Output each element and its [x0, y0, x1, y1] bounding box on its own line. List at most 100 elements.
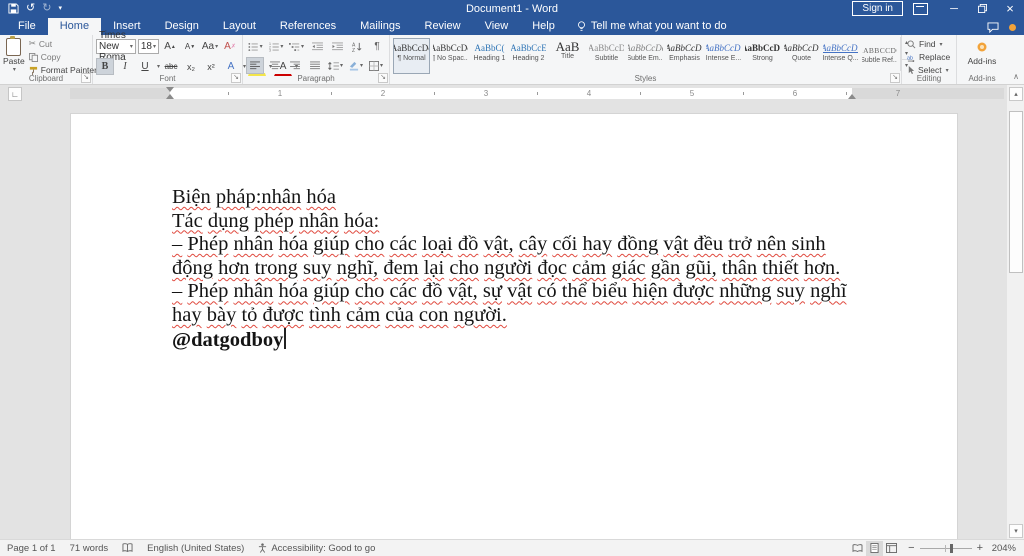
doc-word[interactable]: vật	[663, 233, 688, 255]
style-emphasis[interactable]: AaBbCcDt Emphasis	[666, 38, 703, 74]
tab-design[interactable]: Design	[153, 18, 211, 35]
scroll-up-icon[interactable]: ▴	[1009, 87, 1023, 101]
doc-word[interactable]: tỏ	[241, 304, 257, 326]
numbering-button[interactable]: 1 2 3 ▾	[267, 38, 286, 55]
minimize-button[interactable]: ─	[940, 0, 968, 17]
tab-mailings[interactable]: Mailings	[348, 18, 412, 35]
right-indent-marker[interactable]	[848, 94, 856, 99]
doc-word[interactable]: thiết	[762, 257, 798, 279]
find-button[interactable]: Find ▾	[905, 38, 952, 50]
style-subtle-em-[interactable]: AaBbCcDc Subtle Em...	[627, 38, 664, 74]
add-ins-button[interactable]: Add-ins	[962, 37, 1002, 66]
doc-word[interactable]: con	[419, 304, 449, 326]
style-strong[interactable]: AaBbCcDcStrong	[744, 38, 781, 74]
zoom-level[interactable]: 204%	[988, 543, 1016, 554]
doc-word[interactable]: Biện	[172, 186, 211, 208]
doc-word[interactable]: đều	[694, 233, 724, 255]
borders-button[interactable]: ▾	[367, 57, 385, 74]
doc-word[interactable]: lại	[424, 257, 445, 279]
restore-button[interactable]	[968, 0, 996, 17]
doc-word[interactable]: loại	[422, 233, 453, 255]
redo-icon[interactable]: ↻	[42, 3, 51, 14]
decrease-indent-button[interactable]	[308, 38, 326, 55]
doc-word[interactable]: suy	[303, 257, 331, 279]
align-left-button[interactable]	[246, 57, 264, 74]
doc-word[interactable]: động	[172, 257, 213, 279]
font-name-combobox[interactable]: Times New Roma▾	[96, 30, 136, 63]
doc-word[interactable]: vật,	[448, 280, 478, 302]
doc-word[interactable]: hay	[583, 233, 613, 255]
doc-word[interactable]: gũi,	[685, 257, 716, 279]
doc-word[interactable]: cối	[552, 233, 577, 255]
subscript-button[interactable]: x₂	[182, 58, 200, 75]
align-right-button[interactable]	[286, 57, 304, 74]
doc-word[interactable]: giúp	[313, 280, 349, 302]
doc-word[interactable]: –	[172, 233, 182, 255]
zoom-slider-thumb[interactable]	[949, 543, 953, 553]
doc-word[interactable]: nghĩ,	[337, 257, 379, 279]
doc-word[interactable]: Phép	[187, 280, 228, 302]
doc-word[interactable]: sinh	[792, 233, 826, 255]
clipboard-dialog-launcher[interactable]: ↘	[81, 73, 91, 83]
clear-formatting-button[interactable]: A ✗	[221, 38, 239, 55]
doc-word[interactable]: có	[537, 280, 556, 302]
doc-word[interactable]: các	[390, 280, 417, 302]
document-paragraph[interactable]: @datgodboy	[172, 327, 866, 353]
paragraph-dialog-launcher[interactable]: ↘	[378, 73, 388, 83]
doc-word[interactable]: giác	[611, 257, 645, 279]
doc-word[interactable]: cho	[355, 280, 385, 302]
close-button[interactable]: ×	[996, 0, 1024, 17]
document-text[interactable]: Biện pháp:nhân hóa Tác dụng phép nhân hóa…	[172, 186, 866, 352]
doc-word[interactable]: cây	[519, 233, 547, 255]
ribbon-display-options-icon[interactable]	[913, 2, 928, 15]
doc-word[interactable]: nhân	[299, 210, 339, 232]
word-count-indicator[interactable]: 71 words	[63, 543, 116, 554]
underline-dropdown-icon[interactable]: ▾	[157, 63, 160, 70]
undo-icon[interactable]: ↺	[26, 3, 35, 14]
doc-word[interactable]: hơn	[218, 257, 249, 279]
proofing-status[interactable]	[115, 543, 140, 553]
doc-word[interactable]: thân	[722, 257, 757, 279]
sign-in-button[interactable]: Sign in	[852, 1, 903, 16]
align-center-button[interactable]	[266, 57, 284, 74]
font-dialog-launcher[interactable]: ↘	[231, 73, 241, 83]
doc-word[interactable]: được	[263, 304, 304, 326]
doc-word[interactable]: @datgodboy	[172, 329, 283, 351]
doc-word[interactable]: biểu	[592, 280, 627, 302]
doc-word[interactable]: –	[172, 280, 182, 302]
doc-word[interactable]: Phép	[187, 233, 228, 255]
doc-word[interactable]: các	[390, 233, 417, 255]
print-layout-button[interactable]	[866, 540, 884, 556]
comments-icon[interactable]	[987, 22, 999, 33]
doc-word[interactable]: đọc	[537, 257, 567, 279]
save-icon[interactable]	[8, 3, 19, 14]
cut-button[interactable]: ✂ Cut	[27, 37, 99, 50]
tab-stop-selector[interactable]: ∟	[8, 87, 22, 101]
doc-word[interactable]: hay	[172, 304, 202, 326]
tab-references[interactable]: References	[268, 18, 348, 35]
style-subtle-ref-[interactable]: AABBCCDCSubtle Ref...	[861, 38, 898, 74]
style-title[interactable]: AaB Title	[549, 38, 586, 74]
doc-word[interactable]: sự	[483, 280, 502, 302]
web-layout-button[interactable]	[883, 541, 900, 556]
doc-word[interactable]: trở	[728, 233, 751, 255]
doc-word[interactable]: nhân	[234, 280, 274, 302]
doc-word[interactable]: người.	[454, 304, 507, 326]
document-paragraph[interactable]: – Phép nhân hóa giúp cho các đồ vật, sự …	[172, 280, 866, 327]
doc-word[interactable]: Tác	[172, 210, 203, 232]
doc-word[interactable]: hóa:	[344, 210, 379, 232]
increase-indent-button[interactable]	[328, 38, 346, 55]
style-heading-2[interactable]: AaBbCcE Heading 2	[510, 38, 547, 74]
doc-word[interactable]: đồng	[617, 233, 658, 255]
tab-file[interactable]: File	[6, 18, 48, 35]
style-intense-e-[interactable]: AaBbCcDt Intense E...	[705, 38, 742, 74]
vertical-scrollbar[interactable]: ▴ ▾	[1006, 85, 1024, 540]
tab-layout[interactable]: Layout	[211, 18, 268, 35]
change-case-button[interactable]: Aa ▾	[201, 38, 219, 55]
bold-button[interactable]: B	[96, 58, 114, 75]
doc-word[interactable]: trong	[255, 257, 298, 279]
replace-button[interactable]: ab Replace	[905, 51, 952, 63]
tab-review[interactable]: Review	[413, 18, 473, 35]
zoom-slider[interactable]	[919, 543, 972, 553]
bullets-button[interactable]: ▾	[246, 38, 265, 55]
